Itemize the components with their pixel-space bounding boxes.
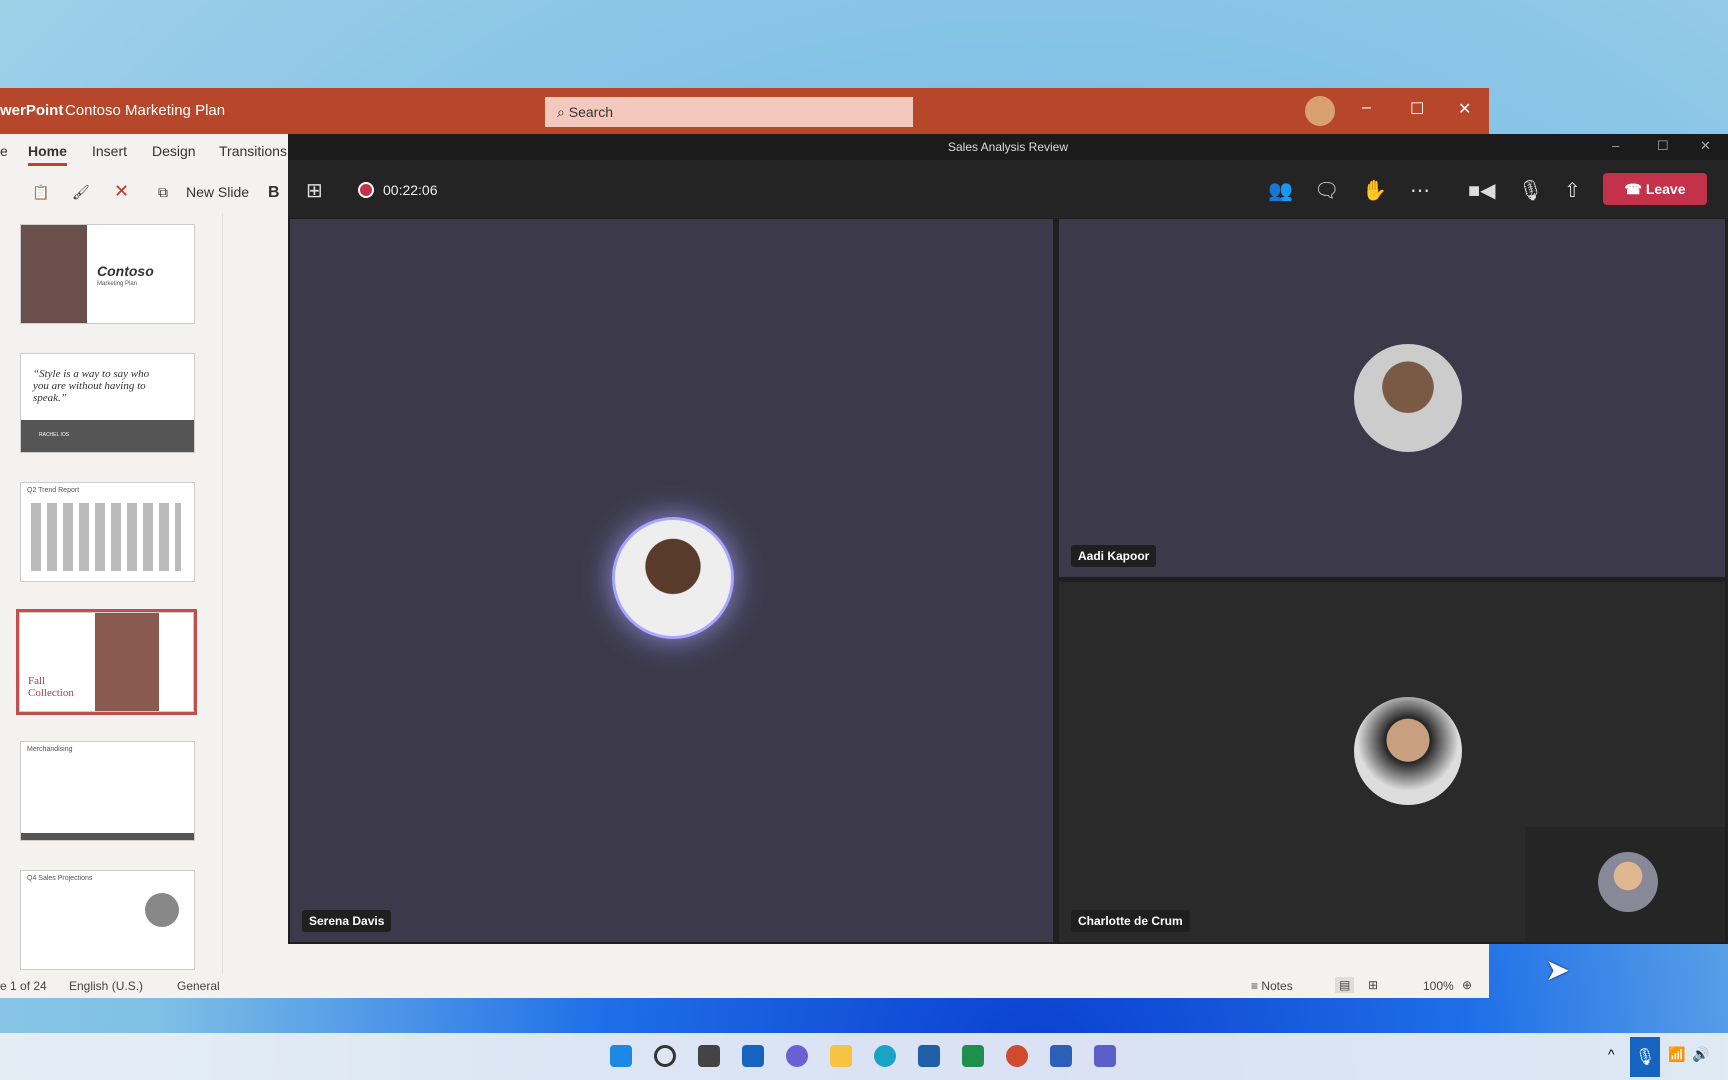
wifi-icon[interactable]: 📶	[1668, 1046, 1685, 1063]
app-name: werPoint	[0, 102, 64, 119]
slide-thumbnail[interactable]: Q2 Trend Report	[20, 482, 195, 582]
leave-label: Leave	[1645, 181, 1686, 197]
normal-view-icon[interactable]: ▤	[1335, 977, 1355, 993]
new-slide-icon: ⧉	[158, 184, 168, 200]
powerpoint-icon[interactable]	[1006, 1045, 1028, 1067]
sensitivity-label[interactable]: General	[177, 979, 220, 993]
slide-thumbnail[interactable]: Q4 Sales Projections	[20, 870, 195, 970]
tab-home[interactable]: Home	[28, 143, 67, 166]
title-bar: werPoint Contoso Marketing Plan ⌕ Search…	[0, 88, 1489, 134]
slide-title: Merchandising	[27, 746, 73, 753]
slide-thumbnail-panel[interactable]: Contoso Marketing Plan “Style is a way to…	[0, 214, 223, 974]
participant-name: Aadi Kapoor	[1071, 545, 1157, 567]
slide-sorter-icon[interactable]: ⊞	[1368, 978, 1378, 992]
participant-name: Charlotte de Crum	[1071, 910, 1190, 932]
chat-icon[interactable]	[786, 1045, 808, 1067]
widgets-icon[interactable]	[742, 1045, 764, 1067]
mouse-cursor-icon: ➤	[1545, 954, 1571, 987]
fit-slide-icon[interactable]: ⊕	[1462, 978, 1472, 992]
meeting-timer: 00:22:06	[383, 182, 438, 198]
close-icon[interactable]: ✕	[1458, 99, 1471, 119]
minimize-icon[interactable]: –	[1362, 99, 1371, 117]
slide-quote: “Style is a way to say who you are witho…	[33, 368, 150, 404]
notes-label: Notes	[1261, 979, 1293, 993]
share-screen-icon[interactable]: ⇧	[1564, 178, 1581, 203]
format-painter-icon[interactable]: 🖌	[72, 184, 90, 201]
minimize-icon[interactable]: –	[1612, 138, 1619, 153]
video-tile-serena[interactable]: Serena Davis	[290, 219, 1053, 942]
search-icon[interactable]	[654, 1045, 676, 1067]
close-icon[interactable]: ✕	[1700, 138, 1711, 154]
volume-icon[interactable]: 🔊	[1692, 1046, 1709, 1063]
slide-thumbnail[interactable]: Contoso Marketing Plan	[20, 224, 195, 324]
taskbar: ^ 🎙 📶 🔊	[0, 1033, 1728, 1080]
store-icon[interactable]	[918, 1045, 940, 1067]
microphone-icon[interactable]: 🎙	[1518, 178, 1543, 203]
avatar[interactable]	[1305, 96, 1335, 126]
phone-hangup-icon: ☎	[1624, 181, 1646, 197]
language[interactable]: English (U.S.)	[69, 979, 143, 993]
recording-icon	[358, 182, 374, 198]
teams-meeting-window: Sales Analysis Review – ☐ ✕ ⊞ 00:22:06 👥…	[288, 134, 1728, 944]
maximize-icon[interactable]: ☐	[1410, 99, 1424, 119]
excel-icon[interactable]	[962, 1045, 984, 1067]
teams-icon[interactable]	[1094, 1045, 1116, 1067]
bold-button[interactable]: B	[268, 184, 280, 202]
slide-author: RACHEL IOS	[21, 420, 194, 452]
video-tile-aadi[interactable]: Aadi Kapoor	[1059, 219, 1725, 577]
maximize-icon[interactable]: ☐	[1657, 138, 1669, 154]
self-view[interactable]	[1525, 827, 1725, 942]
tab-file[interactable]: e	[0, 143, 8, 159]
zoom-level[interactable]: 100%	[1423, 979, 1454, 993]
slide-title: Fall Collection	[28, 675, 74, 699]
video-tile-charlotte[interactable]: Charlotte de Crum	[1059, 582, 1725, 942]
tab-design[interactable]: Design	[152, 143, 196, 159]
layout-grid-icon[interactable]: ⊞	[306, 178, 323, 203]
slide-title: Contoso	[97, 263, 154, 279]
chevron-up-icon[interactable]: ^	[1608, 1046, 1615, 1062]
task-view-icon[interactable]	[698, 1045, 720, 1067]
meeting-toolbar: ⊞ 00:22:06 👥 🗨 ✋ ⋯ ■◀ 🎙 ⇧ ☎ Leave	[288, 160, 1728, 218]
chat-icon[interactable]: 🗨	[1314, 178, 1339, 203]
notes-icon: ≡	[1251, 979, 1262, 993]
tab-insert[interactable]: Insert	[92, 143, 127, 159]
meeting-title: Sales Analysis Review	[288, 134, 1728, 160]
word-icon[interactable]	[1050, 1045, 1072, 1067]
slide-subtitle: Marketing Plan	[97, 281, 138, 287]
search-input[interactable]: ⌕ Search	[545, 97, 913, 127]
slide-title: Q4 Sales Projections	[27, 875, 93, 882]
file-explorer-icon[interactable]	[830, 1045, 852, 1067]
paste-icon[interactable]: 📋	[32, 184, 49, 201]
start-icon[interactable]	[610, 1045, 632, 1067]
slide-thumbnail[interactable]: “Style is a way to say who you are witho…	[20, 353, 195, 453]
avatar	[1598, 852, 1658, 912]
edge-icon[interactable]	[874, 1045, 896, 1067]
avatar	[1354, 697, 1462, 805]
camera-icon[interactable]: ■◀	[1468, 178, 1495, 203]
document-title: Contoso Marketing Plan	[65, 102, 226, 119]
avatar	[1354, 344, 1462, 452]
slide-counter: e 1 of 24	[0, 979, 47, 993]
status-bar: e 1 of 24 English (U.S.) General ≡ Notes…	[0, 975, 1489, 998]
microphone-icon[interactable]: 🎙	[1630, 1037, 1660, 1077]
notes-button[interactable]: ≡ Notes	[1251, 979, 1293, 993]
participants-icon[interactable]: 👥	[1268, 178, 1293, 203]
search-icon: ⌕	[557, 104, 569, 120]
participant-name: Serena Davis	[302, 910, 392, 932]
slide-title: Q2 Trend Report	[27, 487, 80, 494]
slide-thumbnail-selected[interactable]: Fall Collection	[16, 609, 197, 715]
new-slide-button[interactable]: New Slide	[186, 184, 249, 200]
reactions-icon[interactable]: ✋	[1362, 178, 1387, 203]
delete-icon[interactable]: ✕	[114, 181, 129, 202]
more-options-icon[interactable]: ⋯	[1410, 178, 1430, 203]
tab-transitions[interactable]: Transitions	[219, 143, 287, 159]
leave-button[interactable]: ☎ Leave	[1603, 173, 1707, 205]
avatar	[612, 517, 734, 639]
search-placeholder: Search	[568, 104, 614, 120]
slide-thumbnail[interactable]: Merchandising	[20, 741, 195, 841]
